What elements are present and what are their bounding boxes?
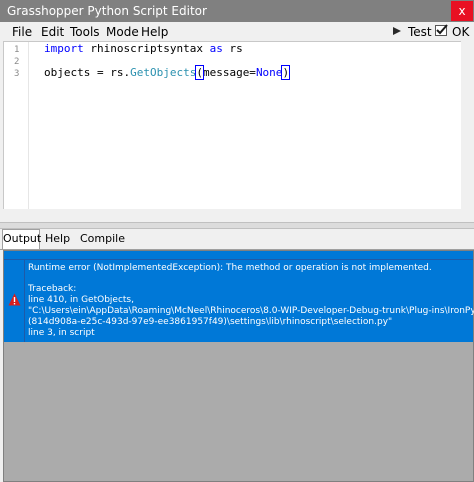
close-icon: x	[458, 4, 466, 18]
line-number: 3	[14, 69, 20, 79]
keyword-token: None	[255, 66, 283, 79]
bracket-highlight: (	[195, 65, 204, 80]
code-line-3: objects = rs.GetObjects(message=None)	[44, 65, 291, 80]
checkmark-icon	[434, 24, 448, 40]
output-panel: Runtime error (NotImplementedException):…	[3, 250, 474, 482]
code-line-1: import rhinoscriptsyntax as rs	[44, 42, 243, 55]
test-button-label: Test	[408, 25, 432, 39]
line-number-gutter: 1 2 3	[4, 42, 29, 209]
menu-mode[interactable]: Mode	[106, 25, 139, 39]
line-number: 1	[14, 45, 20, 55]
keyword-token: as	[209, 42, 223, 55]
tab-compile[interactable]: Compile	[80, 232, 125, 245]
panel-splitter[interactable]	[0, 222, 474, 229]
play-icon	[390, 24, 404, 40]
output-line: line 410, in GetObjects,	[28, 295, 134, 305]
editor-horizontal-scrollbar[interactable]	[3, 209, 461, 222]
output-icon-cell	[4, 260, 25, 342]
tab-output[interactable]: Output	[2, 229, 41, 249]
function-token: GetObjects	[130, 66, 197, 79]
code-token: objects = rs.	[44, 66, 131, 79]
editor-vertical-scrollbar[interactable]	[461, 41, 473, 209]
menu-help[interactable]: Help	[141, 25, 168, 39]
title-bar: Grasshopper Python Script Editor x	[0, 0, 474, 22]
ok-button-label: OK	[452, 25, 470, 39]
test-button[interactable]: Test	[390, 24, 432, 40]
tab-help[interactable]: Help	[45, 232, 70, 245]
ok-button[interactable]: OK	[434, 24, 469, 40]
output-line: line 3, in script	[28, 328, 95, 338]
code-token: rs	[222, 42, 243, 55]
window-title: Grasshopper Python Script Editor	[7, 4, 207, 18]
menu-file[interactable]: File	[12, 25, 32, 39]
output-line: (814d908a-e25c-493d-97e9-ee3861957f49)\s…	[28, 317, 393, 327]
output-header-row	[4, 251, 473, 260]
bracket-highlight: )	[281, 65, 291, 80]
error-icon	[8, 293, 21, 306]
error-message-cell[interactable]: Runtime error (NotImplementedException):…	[25, 260, 474, 342]
menu-bar: File Edit Tools Mode Help Test OK	[0, 22, 474, 41]
menu-tools[interactable]: Tools	[70, 25, 100, 39]
output-line: "C:\Users\ein\AppData\Roaming\McNeel\Rhi…	[28, 306, 474, 316]
tab-strip: Output Help Compile	[0, 229, 474, 250]
menu-edit[interactable]: Edit	[41, 25, 64, 39]
code-token: message=	[202, 66, 256, 79]
scrollbar-corner	[461, 209, 473, 222]
output-line: Runtime error (NotImplementedException):…	[28, 263, 432, 273]
code-token: rhinoscriptsyntax	[83, 42, 210, 55]
keyword-token: import	[44, 42, 84, 55]
line-number: 2	[14, 57, 20, 67]
code-editor[interactable]: 1 2 3 import rhinoscriptsyntax as rs obj…	[3, 41, 462, 210]
output-line: Traceback:	[28, 284, 77, 294]
close-button[interactable]: x	[451, 1, 473, 21]
